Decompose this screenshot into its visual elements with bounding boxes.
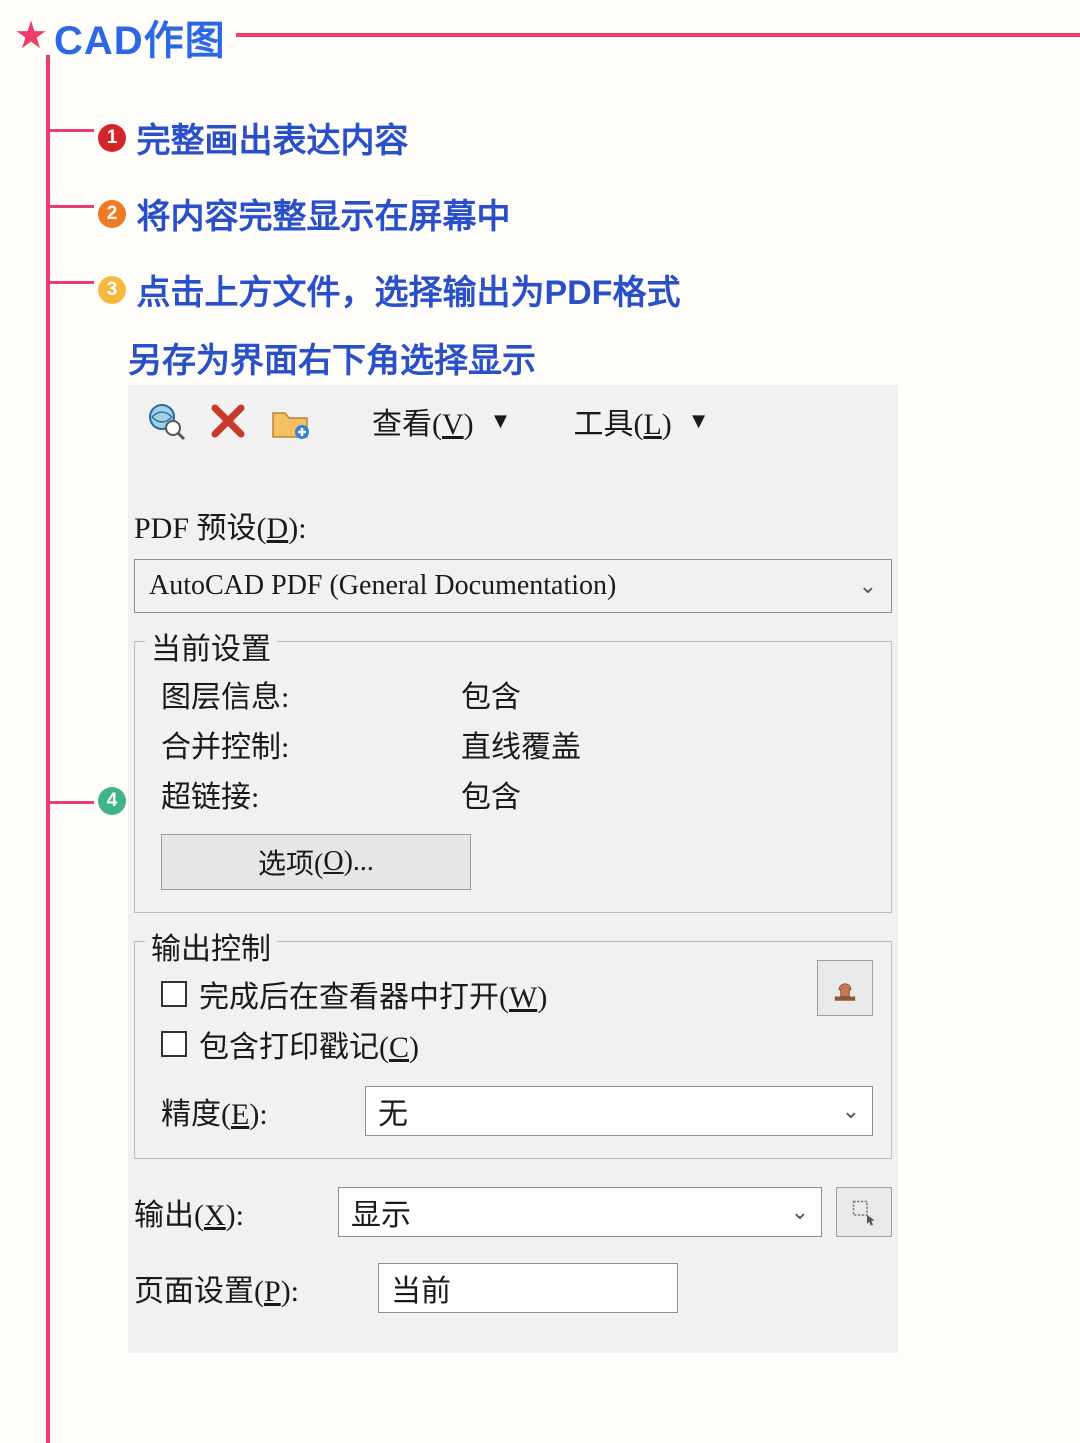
pdf-preset-select[interactable]: AutoCAD PDF (General Documentation) ⌄ xyxy=(134,559,892,613)
output-value: 显示 xyxy=(351,1190,411,1234)
include-stamp-label: 包含打印戳记(C) xyxy=(199,1022,419,1066)
stamp-settings-button[interactable] xyxy=(817,960,873,1016)
output-window-button[interactable] xyxy=(836,1187,892,1237)
bullet-2-icon: 2 xyxy=(98,200,126,228)
tools-menu[interactable]: 工具(L) ▼ xyxy=(573,399,709,443)
merge-control-value: 直线覆盖 xyxy=(461,722,581,766)
step-3: 3 点击上方文件，选择输出为PDF格式 xyxy=(98,265,680,314)
page-setup-select[interactable]: 当前 xyxy=(378,1263,678,1313)
bullet-4-icon: 4 xyxy=(98,787,126,815)
view-menu-hotkey: V xyxy=(442,408,464,441)
tree-branch xyxy=(50,129,94,132)
chevron-down-icon: ▼ xyxy=(490,408,512,434)
view-menu-label-pre: 查看( xyxy=(372,408,442,441)
include-stamp-checkbox-row[interactable]: 包含打印戳记(C) xyxy=(161,1022,873,1066)
tree-trunk xyxy=(46,55,50,1443)
step-3-text: 点击上方文件，选择输出为PDF格式 xyxy=(136,274,680,312)
pdf-preset-value: AutoCAD PDF (General Documentation) xyxy=(149,570,616,602)
delete-x-icon[interactable] xyxy=(208,401,248,441)
page-setup-value: 当前 xyxy=(391,1266,451,1310)
pdf-preset-label: PDF 预设(D): xyxy=(134,503,898,547)
output-label: 输出(X): xyxy=(134,1190,324,1234)
chevron-down-icon: ⌄ xyxy=(791,1199,809,1225)
chevron-down-icon: ▼ xyxy=(688,408,710,434)
page-title: CAD作图 xyxy=(54,8,226,66)
star-icon: ★ xyxy=(14,13,48,58)
step-3b-text: 另存为界面右下角选择显示 xyxy=(128,342,536,380)
view-menu[interactable]: 查看(V) ▼ xyxy=(372,399,511,443)
chevron-down-icon: ⌄ xyxy=(842,1098,860,1124)
open-after-checkbox-row[interactable]: 完成后在查看器中打开(W) xyxy=(161,972,873,1016)
layer-info-value: 包含 xyxy=(461,672,521,716)
hyperlink-key: 超链接: xyxy=(161,772,461,816)
include-stamp-checkbox[interactable] xyxy=(161,1031,187,1057)
open-after-label: 完成后在查看器中打开(W) xyxy=(199,972,547,1016)
dialog-toolbar: 查看(V) ▼ 工具(L) ▼ xyxy=(128,385,898,473)
precision-label: 精度(E): xyxy=(161,1089,351,1133)
title-divider xyxy=(236,33,1080,37)
precision-value: 无 xyxy=(378,1089,408,1133)
page-setup-label: 页面设置(P): xyxy=(134,1266,364,1310)
step-2: 2 将内容完整显示在屏幕中 xyxy=(98,189,510,238)
tree-branch xyxy=(50,801,94,804)
hyperlink-value: 包含 xyxy=(461,772,521,816)
step-2-text: 将内容完整显示在屏幕中 xyxy=(136,198,510,236)
current-settings-legend: 当前设置 xyxy=(145,624,277,668)
precision-select[interactable]: 无 ⌄ xyxy=(365,1086,873,1136)
chevron-down-icon: ⌄ xyxy=(859,573,877,599)
output-control-legend: 输出控制 xyxy=(145,924,277,968)
save-as-pdf-dialog: 查看(V) ▼ 工具(L) ▼ PDF 预设(D): AutoCAD PDF (… xyxy=(128,385,898,1353)
step-1: 1 完整画出表达内容 xyxy=(98,113,408,162)
step-1-text: 完整画出表达内容 xyxy=(136,122,408,160)
tools-menu-hotkey: L xyxy=(643,408,661,441)
bullet-3-icon: 3 xyxy=(98,276,126,304)
step-4: 4 xyxy=(98,787,132,815)
search-globe-icon[interactable] xyxy=(146,401,186,441)
output-select[interactable]: 显示 ⌄ xyxy=(338,1187,822,1237)
tools-menu-label-post: ) xyxy=(662,408,672,441)
output-control-group: 输出控制 完成后在查看器中打开(W) 包含打印戳记(C) 精度(E): xyxy=(134,941,892,1159)
new-folder-icon[interactable] xyxy=(270,401,310,441)
options-button[interactable]: 选项(O)... xyxy=(161,834,471,890)
view-menu-label-post: ) xyxy=(464,408,474,441)
layer-info-key: 图层信息: xyxy=(161,672,461,716)
bullet-1-icon: 1 xyxy=(98,124,126,152)
tree-branch xyxy=(50,281,94,284)
merge-control-key: 合并控制: xyxy=(161,722,461,766)
open-after-checkbox[interactable] xyxy=(161,981,187,1007)
tools-menu-label-pre: 工具( xyxy=(573,408,643,441)
tree-branch xyxy=(50,205,94,208)
current-settings-group: 当前设置 图层信息: 包含 合并控制: 直线覆盖 超链接: 包含 选项(O)..… xyxy=(134,641,892,913)
